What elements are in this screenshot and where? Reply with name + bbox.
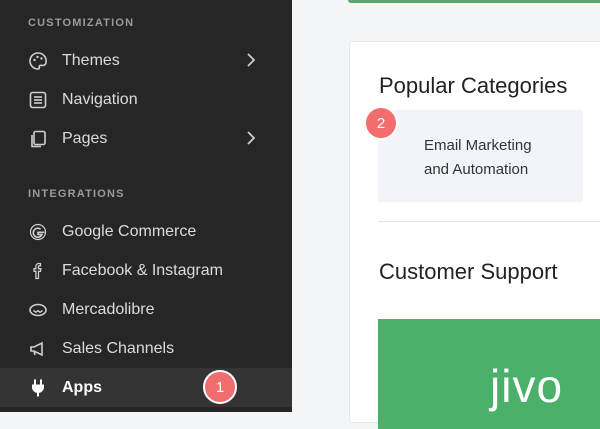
sidebar-item-label: Mercadolibre (62, 300, 155, 318)
palette-icon (28, 51, 48, 71)
category-tile-email-marketing[interactable]: Email Marketing and Automation (378, 110, 583, 202)
sidebar-item-themes[interactable]: Themes (0, 41, 292, 80)
category-label-line2: and Automation (424, 161, 529, 178)
sidebar-item-google-commerce[interactable]: Google Commerce (0, 212, 292, 251)
popular-categories-title: Popular Categories (379, 73, 568, 98)
chevron-right-icon (242, 129, 260, 147)
sidebar-item-apps[interactable]: Apps (0, 368, 292, 407)
category-label-line1: Email Marketing (424, 137, 532, 154)
list-icon (28, 90, 48, 110)
jivo-logo: jivo (490, 360, 564, 412)
google-icon (28, 222, 48, 242)
sidebar-item-label: Themes (62, 51, 120, 69)
sidebar-item-navigation[interactable]: Navigation (0, 80, 292, 119)
step-badge-1: 1 (203, 370, 237, 404)
chevron-right-icon (242, 51, 260, 69)
sidebar-item-facebook-instagram[interactable]: Facebook & Instagram (0, 251, 292, 290)
sidebar: CUSTOMIZATION Themes Navigation Pages IN… (0, 0, 292, 412)
megaphone-icon (28, 339, 48, 359)
pages-icon (28, 129, 48, 149)
top-banner-strip (348, 0, 600, 3)
support-app-tile-jivo[interactable]: jivo (378, 319, 600, 429)
sidebar-item-label: Sales Channels (62, 339, 175, 357)
sidebar-item-label: Pages (62, 129, 108, 147)
sidebar-item-label: Apps (62, 378, 102, 396)
section-label-integrations: INTEGRATIONS (28, 188, 125, 200)
sidebar-item-mercadolibre[interactable]: Mercadolibre (0, 290, 292, 329)
sidebar-item-sales-channels[interactable]: Sales Channels (0, 329, 292, 368)
content-card: Popular Categories Email Marketing and A… (349, 41, 600, 429)
divider (378, 221, 600, 222)
section-label-customization: CUSTOMIZATION (28, 17, 135, 29)
sidebar-item-label: Google Commerce (62, 222, 197, 240)
facebook-icon (28, 261, 48, 281)
sidebar-item-label: Facebook & Instagram (62, 261, 223, 279)
plug-icon (28, 378, 48, 398)
customer-support-title: Customer Support (379, 259, 558, 284)
step-badge-2: 2 (364, 106, 398, 140)
sidebar-item-pages[interactable]: Pages (0, 119, 292, 158)
sidebar-item-label: Navigation (62, 90, 138, 108)
main-content: Popular Categories Email Marketing and A… (292, 0, 600, 429)
handshake-icon (28, 300, 48, 320)
